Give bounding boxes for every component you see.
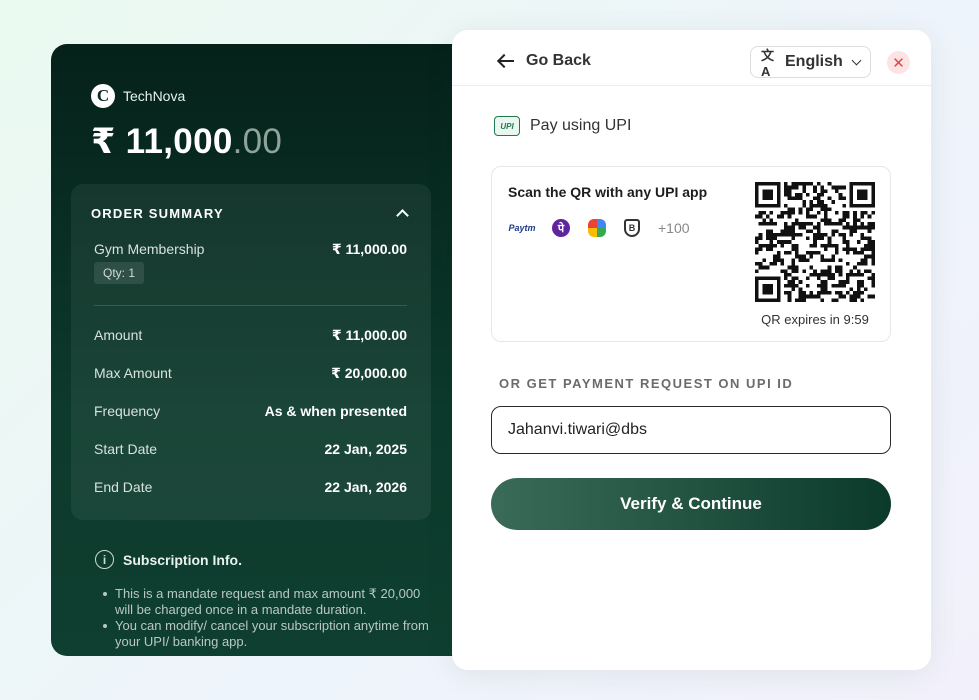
order-summary-header[interactable]: ORDER SUMMARY: [91, 206, 411, 222]
detail-label: Frequency: [94, 403, 161, 419]
detail-row-end-date: End Date 22 Jan, 2026: [94, 479, 407, 495]
chevron-up-icon[interactable]: [396, 209, 409, 222]
subscription-info-header: i Subscription Info.: [95, 550, 242, 569]
close-icon: ✕: [892, 54, 905, 72]
close-button[interactable]: ✕: [887, 51, 910, 74]
subscription-info-title: Subscription Info.: [123, 551, 242, 568]
go-back-button[interactable]: Go Back: [498, 52, 591, 70]
upi-app-list: Paytm पे B +100: [508, 219, 690, 237]
qr-code: [755, 182, 875, 302]
item-name: Gym Membership: [94, 241, 205, 257]
bhim-icon: B: [624, 219, 640, 237]
upi-title: Pay using UPI: [530, 117, 632, 134]
subscription-info-list: This is a mandate request and max amount…: [103, 586, 435, 650]
google-pay-icon: [588, 219, 606, 237]
arrow-left-icon: [498, 54, 514, 68]
detail-value: 22 Jan, 2025: [324, 441, 407, 457]
upi-id-section-label: OR GET PAYMENT REQUEST ON UPI ID: [499, 376, 794, 391]
chevron-down-icon: [851, 55, 862, 66]
paytm-icon: Paytm: [508, 223, 536, 233]
total-main: ₹ 11,000: [91, 122, 233, 161]
detail-row-start-date: Start Date 22 Jan, 2025: [94, 441, 407, 457]
detail-row-amount: Amount ₹ 11,000.00: [94, 327, 407, 344]
detail-value: ₹ 20,000.00: [331, 365, 407, 381]
detail-value: ₹ 11,000.00: [331, 327, 407, 343]
qr-expiry-text: QR expires in 9:59: [761, 312, 869, 327]
more-apps-count: +100: [658, 220, 690, 236]
go-back-label: Go Back: [526, 52, 591, 69]
list-item: You can modify/ cancel your subscription…: [103, 618, 435, 650]
detail-label: Amount: [94, 327, 143, 343]
total-amount: ₹ 11,000.00: [91, 122, 282, 162]
qr-card: Scan the QR with any UPI app Paytm पे B …: [491, 166, 891, 342]
language-label: English: [785, 53, 843, 70]
detail-label: Start Date: [94, 441, 158, 457]
item-price: ₹ 11,000.00: [331, 241, 407, 257]
merchant-name: TechNova: [123, 88, 186, 104]
order-summary-card: ORDER SUMMARY Gym Membership ₹ 11,000.00…: [71, 184, 431, 520]
list-item: This is a mandate request and max amount…: [103, 586, 435, 618]
item-row: Gym Membership ₹ 11,000.00: [94, 241, 407, 258]
detail-label: End Date: [94, 479, 153, 495]
order-summary-title: ORDER SUMMARY: [91, 206, 224, 221]
info-icon: i: [95, 550, 114, 569]
detail-value: 22 Jan, 2026: [324, 479, 407, 495]
upi-header: UPI Pay using UPI: [494, 116, 631, 136]
scan-instruction: Scan the QR with any UPI app: [508, 184, 708, 200]
phonepe-icon: पे: [552, 219, 570, 237]
language-select[interactable]: 文A English: [750, 46, 871, 79]
translate-icon: 文A: [761, 48, 775, 79]
qty-badge: Qty: 1: [94, 262, 145, 284]
top-bar: Go Back 文A English ✕: [452, 30, 931, 86]
detail-row-max-amount: Max Amount ₹ 20,000.00: [94, 365, 407, 382]
total-decimals: .00: [232, 122, 283, 161]
order-panel: C TechNova ₹ 11,000.00 ORDER SUMMARY Gym…: [51, 44, 471, 656]
summary-divider: [94, 305, 407, 306]
merchant-logo: C: [91, 84, 115, 108]
detail-value: As & when presented: [264, 403, 407, 419]
detail-row-frequency: Frequency As & when presented: [94, 403, 407, 419]
upi-icon: UPI: [494, 116, 520, 136]
upi-id-input[interactable]: [491, 406, 891, 454]
detail-label: Max Amount: [94, 365, 172, 381]
verify-continue-button[interactable]: Verify & Continue: [491, 478, 891, 530]
payment-panel: Go Back 文A English ✕ UPI Pay using UPI S…: [452, 30, 931, 670]
merchant-brand: C TechNova: [91, 84, 185, 108]
